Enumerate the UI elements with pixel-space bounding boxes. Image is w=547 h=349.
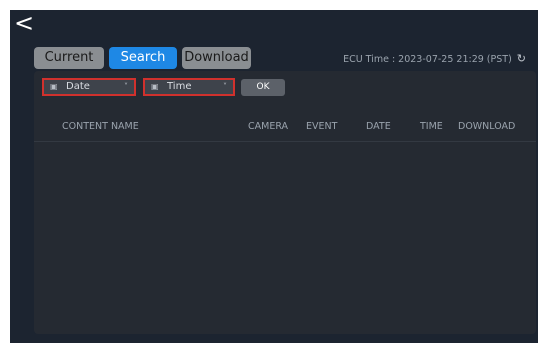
- caret-down-icon: ˅: [223, 82, 227, 91]
- tab-current[interactable]: Current: [34, 47, 104, 69]
- column-header-date: DATE: [366, 121, 391, 132]
- time-filter-label: Time: [167, 81, 192, 92]
- table-header: CONTENT NAME CAMERA EVENT DATE TIME DOWN…: [34, 115, 536, 142]
- tab-download[interactable]: Download: [182, 47, 251, 69]
- ecu-time-readout: ECU Time : 2023-07-25 21:29 (PST) ↻: [343, 51, 526, 67]
- search-panel: ▣ Date ˅ ▣ Time ˅ OK CONTENT NAME CAMERA…: [34, 71, 536, 334]
- column-header-download: DOWNLOAD: [458, 121, 516, 132]
- refresh-icon[interactable]: ↻: [517, 52, 526, 65]
- column-header-camera: CAMERA: [248, 121, 289, 132]
- ecu-time-text: ECU Time : 2023-07-25 21:29 (PST): [343, 54, 512, 65]
- date-filter-label: Date: [66, 81, 90, 92]
- caret-down-icon: ˅: [124, 82, 128, 91]
- date-filter-dropdown[interactable]: ▣ Date ˅: [42, 78, 136, 96]
- column-header-content-name: CONTENT NAME: [62, 121, 139, 132]
- time-filter-dropdown[interactable]: ▣ Time ˅: [143, 78, 235, 96]
- tab-search[interactable]: Search: [109, 47, 177, 69]
- column-header-event: EVENT: [306, 121, 338, 132]
- calendar-icon: ▣: [151, 82, 159, 91]
- app-screen: < Current Search Download ECU Time : 202…: [10, 10, 538, 343]
- ok-button[interactable]: OK: [241, 79, 285, 96]
- column-header-time: TIME: [420, 121, 443, 132]
- calendar-icon: ▣: [50, 82, 58, 91]
- back-chevron-icon[interactable]: <: [12, 10, 36, 36]
